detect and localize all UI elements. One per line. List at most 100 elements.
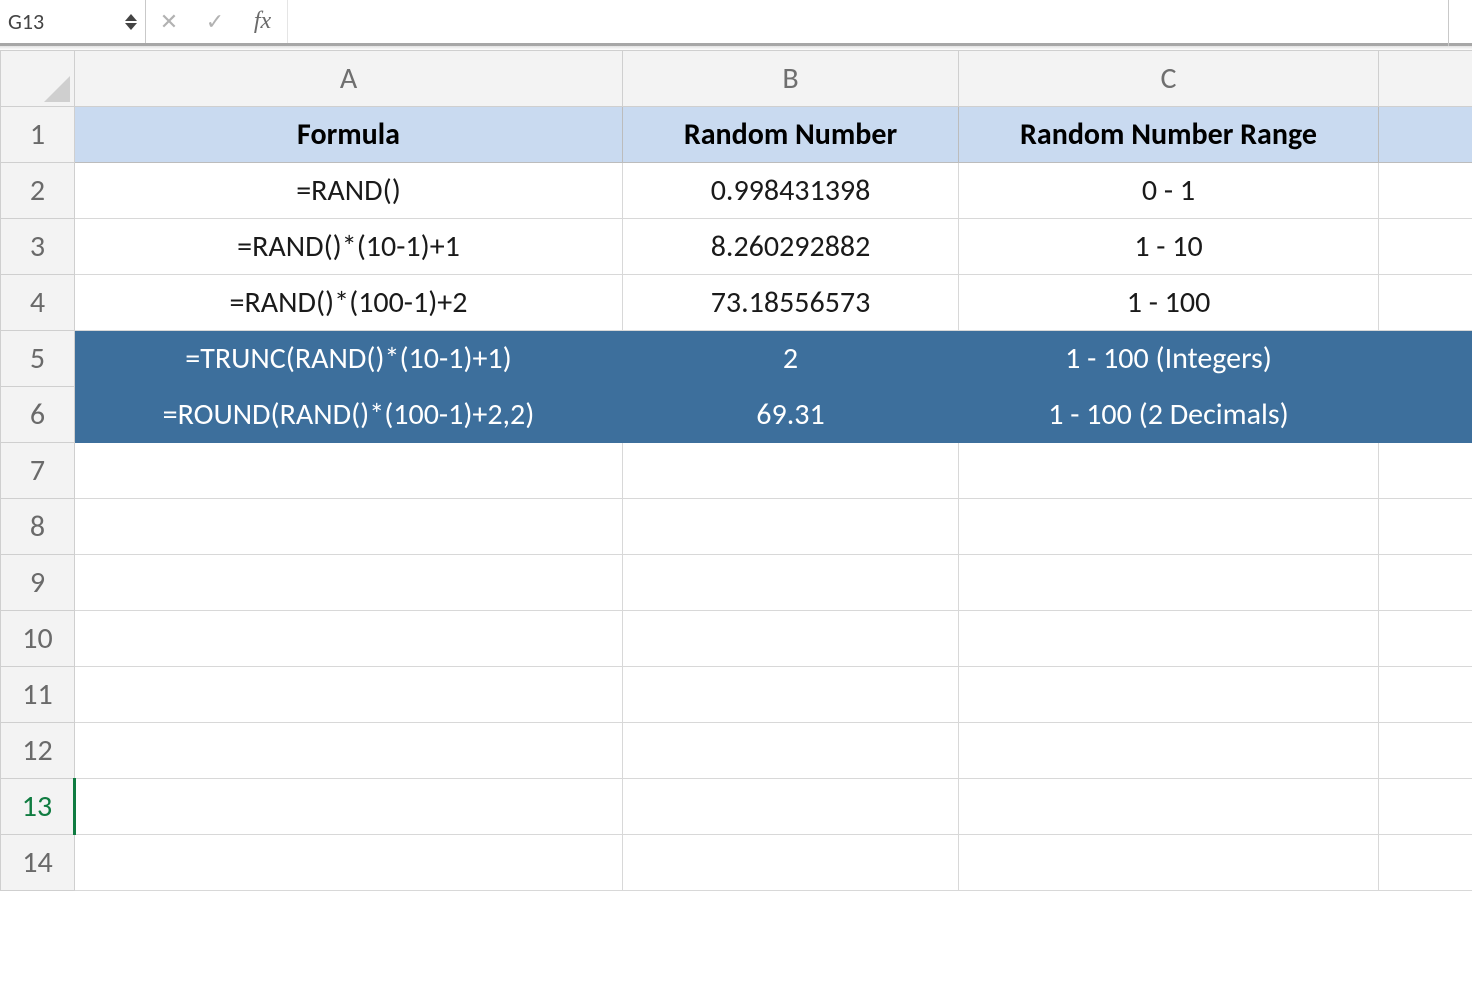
cell-A8[interactable]: [75, 499, 623, 555]
row-header-12[interactable]: 12: [1, 723, 75, 779]
column-header-B[interactable]: B: [623, 51, 959, 107]
row-11: 11: [1, 667, 1472, 723]
cell-A7[interactable]: [75, 443, 623, 499]
row-header-14[interactable]: 14: [1, 835, 75, 891]
spreadsheet-grid[interactable]: A B C 1FormulaRandom NumberRandom Number…: [0, 50, 1472, 891]
fx-icon: fx: [254, 8, 271, 35]
close-icon: ✕: [160, 8, 178, 35]
column-header-next[interactable]: [1379, 51, 1472, 107]
enter-button[interactable]: ✓: [192, 0, 238, 43]
cell-D2[interactable]: [1379, 163, 1472, 219]
column-header-A[interactable]: A: [75, 51, 623, 107]
cell-C13[interactable]: [959, 779, 1379, 835]
row-header-11[interactable]: 11: [1, 667, 75, 723]
cell-B14[interactable]: [623, 835, 959, 891]
cell-B8[interactable]: [623, 499, 959, 555]
cell-C6[interactable]: 1 - 100 (2 Decimals): [959, 387, 1379, 443]
column-header-C[interactable]: C: [959, 51, 1379, 107]
row-10: 10: [1, 611, 1472, 667]
row-header-8[interactable]: 8: [1, 499, 75, 555]
cell-D4[interactable]: [1379, 275, 1472, 331]
row-header-2[interactable]: 2: [1, 163, 75, 219]
row-header-10[interactable]: 10: [1, 611, 75, 667]
select-all-corner[interactable]: [1, 51, 75, 107]
cell-A12[interactable]: [75, 723, 623, 779]
row-header-3[interactable]: 3: [1, 219, 75, 275]
row-header-6[interactable]: 6: [1, 387, 75, 443]
row-5: 5=TRUNC(RAND()*(10-1)+1)21 - 100 (Intege…: [1, 331, 1472, 387]
row-7: 7: [1, 443, 1472, 499]
row-header-1[interactable]: 1: [1, 107, 75, 163]
cell-B12[interactable]: [623, 723, 959, 779]
cell-C1[interactable]: Random Number Range: [959, 107, 1379, 163]
cell-C14[interactable]: [959, 835, 1379, 891]
cell-D10[interactable]: [1379, 611, 1472, 667]
cell-C8[interactable]: [959, 499, 1379, 555]
cell-D12[interactable]: [1379, 723, 1472, 779]
cancel-button[interactable]: ✕: [146, 0, 192, 43]
cell-A6[interactable]: =ROUND(RAND()*(100-1)+2,2): [75, 387, 623, 443]
cell-B5[interactable]: 2: [623, 331, 959, 387]
cell-A2[interactable]: =RAND(): [75, 163, 623, 219]
row-14: 14: [1, 835, 1472, 891]
cell-C12[interactable]: [959, 723, 1379, 779]
name-box-value: G13: [8, 8, 119, 35]
cell-C10[interactable]: [959, 611, 1379, 667]
row-header-7[interactable]: 7: [1, 443, 75, 499]
cell-D8[interactable]: [1379, 499, 1472, 555]
column-header-row: A B C: [1, 51, 1472, 107]
cell-B2[interactable]: 0.998431398: [623, 163, 959, 219]
cell-A4[interactable]: =RAND()*(100-1)+2: [75, 275, 623, 331]
cell-A1[interactable]: Formula: [75, 107, 623, 163]
cell-B9[interactable]: [623, 555, 959, 611]
row-header-9[interactable]: 9: [1, 555, 75, 611]
formula-input[interactable]: [288, 0, 1448, 43]
row-3: 3=RAND()*(10-1)+18.2602928821 - 10: [1, 219, 1472, 275]
row-1: 1FormulaRandom NumberRandom Number Range: [1, 107, 1472, 163]
cell-D1[interactable]: [1379, 107, 1472, 163]
cell-A3[interactable]: =RAND()*(10-1)+1: [75, 219, 623, 275]
cell-C7[interactable]: [959, 443, 1379, 499]
row-header-4[interactable]: 4: [1, 275, 75, 331]
cell-D6[interactable]: [1379, 387, 1472, 443]
insert-function-button[interactable]: fx: [238, 0, 288, 43]
cell-C3[interactable]: 1 - 10: [959, 219, 1379, 275]
cell-A14[interactable]: [75, 835, 623, 891]
chevron-down-icon[interactable]: [125, 23, 137, 30]
cell-D14[interactable]: [1379, 835, 1472, 891]
cell-B3[interactable]: 8.260292882: [623, 219, 959, 275]
cell-B6[interactable]: 69.31: [623, 387, 959, 443]
cell-B11[interactable]: [623, 667, 959, 723]
cell-B4[interactable]: 73.18556573: [623, 275, 959, 331]
row-12: 12: [1, 723, 1472, 779]
cell-D7[interactable]: [1379, 443, 1472, 499]
cell-C4[interactable]: 1 - 100: [959, 275, 1379, 331]
row-header-5[interactable]: 5: [1, 331, 75, 387]
cell-C11[interactable]: [959, 667, 1379, 723]
cell-B1[interactable]: Random Number: [623, 107, 959, 163]
cell-A9[interactable]: [75, 555, 623, 611]
row-header-13[interactable]: 13: [1, 779, 75, 835]
cell-C9[interactable]: [959, 555, 1379, 611]
cell-A11[interactable]: [75, 667, 623, 723]
cell-C2[interactable]: 0 - 1: [959, 163, 1379, 219]
cell-D11[interactable]: [1379, 667, 1472, 723]
formula-bar-expand[interactable]: [1448, 0, 1472, 46]
cell-B10[interactable]: [623, 611, 959, 667]
name-box-spinner[interactable]: [125, 14, 137, 30]
name-box[interactable]: G13: [0, 0, 146, 43]
cell-B7[interactable]: [623, 443, 959, 499]
cell-D13[interactable]: [1379, 779, 1472, 835]
cell-D9[interactable]: [1379, 555, 1472, 611]
cell-C5[interactable]: 1 - 100 (Integers): [959, 331, 1379, 387]
row-2: 2=RAND()0.9984313980 - 1: [1, 163, 1472, 219]
chevron-up-icon[interactable]: [125, 14, 137, 21]
cell-A13[interactable]: [75, 779, 623, 835]
cell-A10[interactable]: [75, 611, 623, 667]
cell-D5[interactable]: [1379, 331, 1472, 387]
row-6: 6=ROUND(RAND()*(100-1)+2,2)69.311 - 100 …: [1, 387, 1472, 443]
row-8: 8: [1, 499, 1472, 555]
cell-B13[interactable]: [623, 779, 959, 835]
cell-A5[interactable]: =TRUNC(RAND()*(10-1)+1): [75, 331, 623, 387]
cell-D3[interactable]: [1379, 219, 1472, 275]
